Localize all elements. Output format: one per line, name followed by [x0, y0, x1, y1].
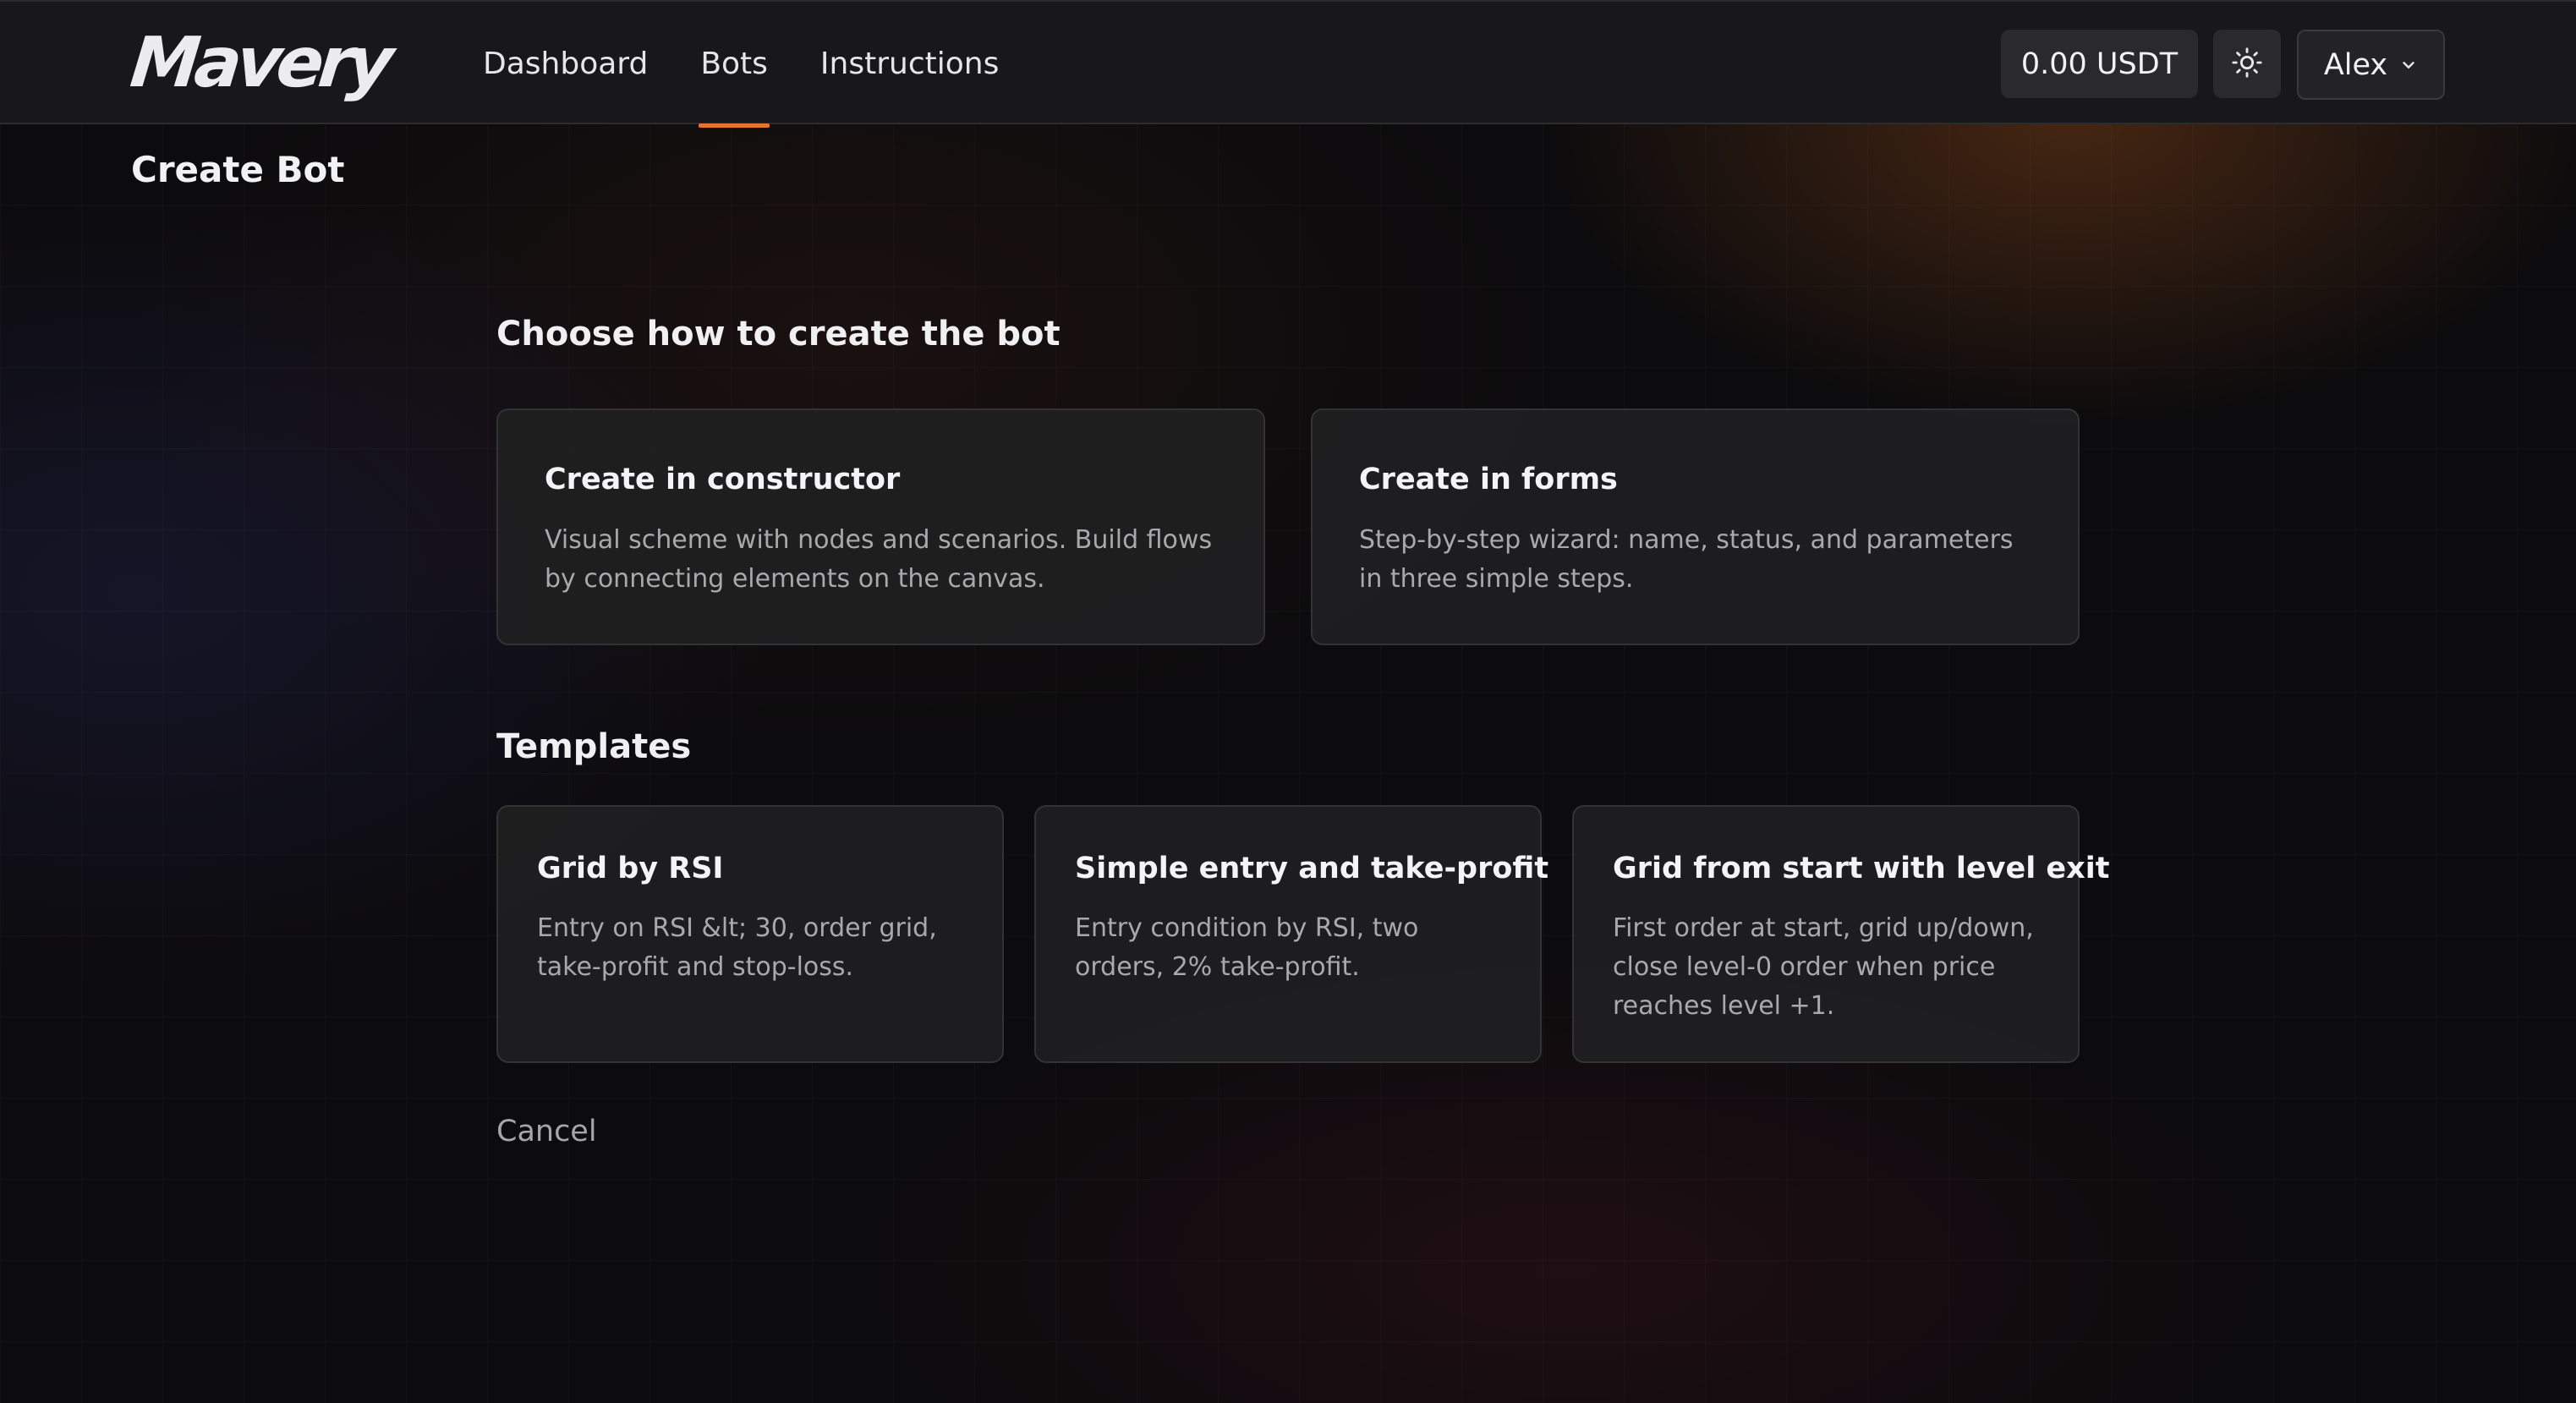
nav-item-dashboard[interactable]: Dashboard: [457, 2, 674, 126]
template-card-simple-entry[interactable]: Simple entry and take-profit Entry condi…: [1034, 805, 1548, 1063]
cancel-button[interactable]: Cancel: [496, 1115, 597, 1148]
nav-item-label: Instructions: [819, 47, 1000, 81]
card-description: First order at start, grid up/down, clos…: [1613, 913, 2034, 1021]
card-title: Grid by RSI: [537, 852, 724, 885]
templates-section-title: Templates: [496, 727, 692, 766]
card-title: Grid from start with level exit: [1613, 852, 2110, 885]
page: Mavery Dashboard Bots Instructions 0.00 …: [0, 0, 2576, 1403]
page-title: Create Bot: [131, 149, 345, 190]
logo[interactable]: Mavery: [127, 23, 402, 103]
template-card-grid-by-rsi[interactable]: Grid by RSI Entry on RSI &lt; 30, order …: [496, 805, 1004, 1063]
create-section-title: Choose how to create the bot: [496, 315, 1061, 353]
card-description: Entry on RSI &lt; 30, order grid, take-p…: [537, 913, 937, 982]
user-name: Alex: [2323, 47, 2388, 82]
background-grid: [0, 123, 2576, 1403]
sun-icon: [2231, 47, 2263, 82]
main-nav: Dashboard Bots Instructions: [457, 2, 1025, 128]
card-title: Simple entry and take-profit: [1075, 852, 1549, 885]
logo-text: Mavery: [127, 23, 392, 103]
card-title: Create in constructor: [545, 463, 901, 496]
balance-badge[interactable]: 0.00 USDT: [2001, 30, 2198, 98]
card-description: Entry condition by RSI, two orders, 2% t…: [1075, 913, 1419, 982]
nav-item-label: Dashboard: [483, 47, 649, 81]
top-bar: Mavery Dashboard Bots Instructions 0.00 …: [0, 0, 2576, 128]
create-in-forms-card[interactable]: Create in forms Step-by-step wizard: nam…: [1311, 408, 2080, 645]
chevron-down-icon: [2399, 48, 2418, 82]
card-title: Create in forms: [1359, 463, 1618, 496]
card-description: Visual scheme with nodes and scenarios. …: [545, 525, 1213, 594]
nav-item-bots[interactable]: Bots: [674, 2, 794, 128]
theme-toggle-button[interactable]: [2213, 30, 2281, 98]
card-description: Step-by-step wizard: name, status, and p…: [1359, 525, 2014, 594]
template-card-grid-level-exit[interactable]: Grid from start with level exit First or…: [1572, 805, 2109, 1063]
user-menu-button[interactable]: Alex: [2297, 30, 2445, 100]
balance-value: 0.00 USDT: [2020, 47, 2179, 81]
create-in-constructor-card[interactable]: Create in constructor Visual scheme with…: [496, 408, 1265, 645]
nav-item-instructions[interactable]: Instructions: [794, 2, 1025, 126]
nav-item-label: Bots: [700, 47, 768, 81]
